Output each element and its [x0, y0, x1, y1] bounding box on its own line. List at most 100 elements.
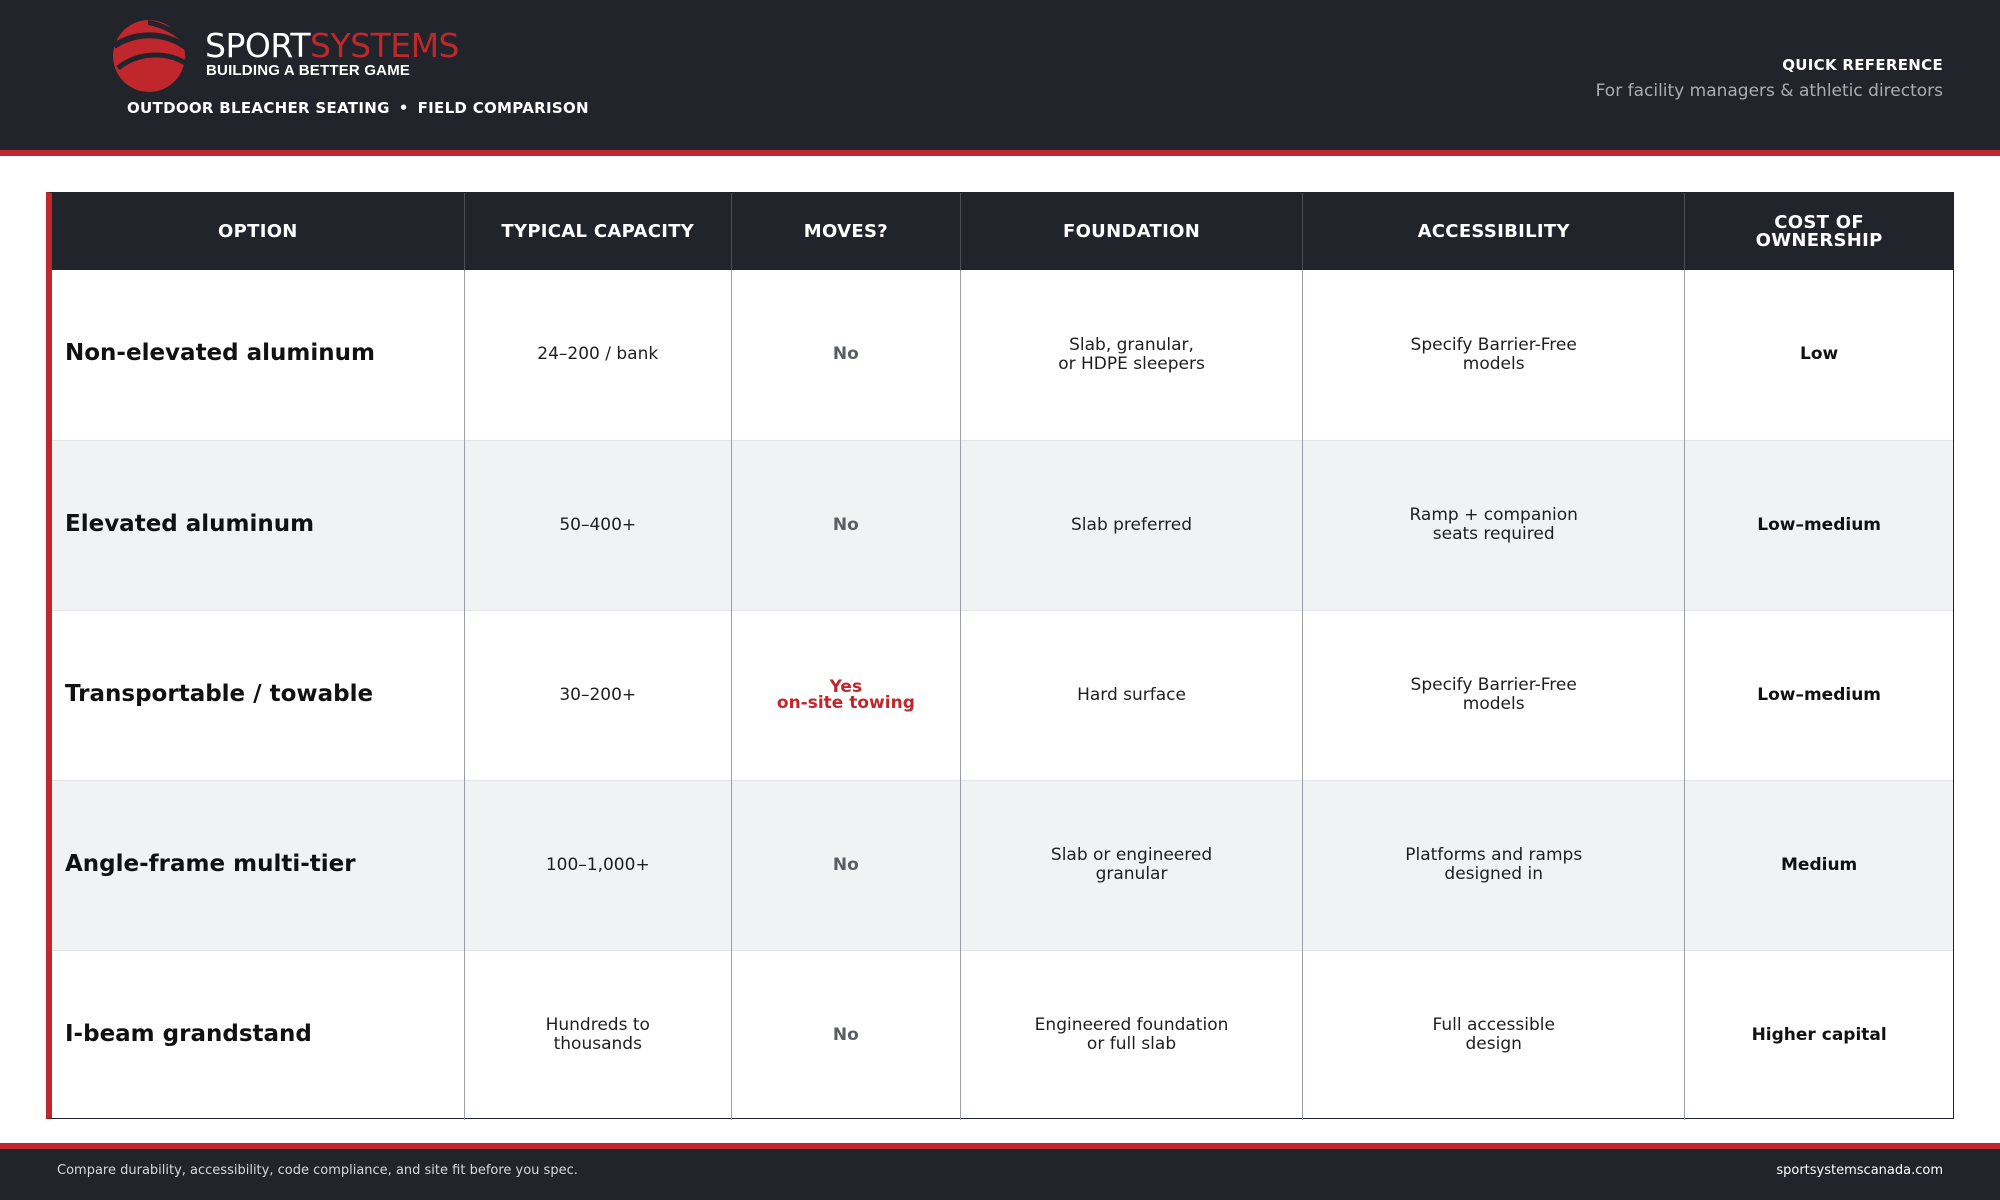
column-header-capacity: TYPICAL CAPACITY — [463, 193, 732, 270]
cell-accessibility-text: Specify Barrier-Free — [1410, 334, 1577, 355]
cell-accessibility: Specify Barrier-Free models — [1302, 609, 1685, 780]
column-header-text: ACCESSIBILITY — [1417, 220, 1570, 242]
cell-accessibility: Ramp + companion seats required — [1302, 439, 1685, 610]
column-header-text: MOVES? — [803, 220, 888, 242]
cell-capacity-text: 100–1,000+ — [545, 854, 650, 875]
table-row: I-beam grandstand Hundreds to thousands No E… — [52, 949, 1953, 1120]
subtitle-topic: OUTDOOR BLEACHER SEATING — [127, 99, 390, 117]
cell-capacity-text: 50–400+ — [559, 514, 637, 535]
column-header-text: OWNERSHIP — [1755, 229, 1883, 251]
cell-foundation-text: Slab preferred — [1071, 514, 1193, 535]
table-body: Non-elevated aluminum 24–200 / bank No Slab… — [52, 270, 1953, 1120]
cell-moves: No — [730, 439, 961, 610]
cell-accessibility: Specify Barrier-Free models — [1302, 270, 1685, 440]
cell-accessibility-text: Full accessible — [1432, 1015, 1555, 1036]
cell-moves-text: No — [832, 854, 859, 875]
website-link[interactable]: sportsystemscanada.com — [1776, 1163, 1943, 1178]
cell-accessibility-text: models — [1462, 694, 1525, 714]
table-row: Angle-frame multi-tier 100–1,000+ No Slab o… — [52, 779, 1953, 950]
cell-foundation: Engineered foundation or full slab — [959, 949, 1303, 1120]
cell-accessibility-text: Ramp + companion — [1409, 505, 1578, 525]
cell-foundation: Hard surface — [959, 609, 1303, 780]
table-row: Transportable / towable 30–200+ Yes on-site… — [52, 609, 1953, 780]
cell-accessibility-text: models — [1462, 353, 1525, 374]
option-name: Transportable / towable — [65, 680, 374, 707]
cell-moves-text: No — [832, 344, 859, 365]
cell-cost: Higher capital — [1684, 949, 1953, 1120]
cell-cost: Low — [1684, 270, 1953, 440]
cell-foundation-text: Hard surface — [1077, 684, 1186, 705]
cell-option: Transportable / towable — [52, 609, 465, 780]
comparison-table-container: OPTION TYPICAL CAPACITY MOVES? FOUNDATION AC… — [46, 192, 1954, 1120]
brand-tagline: BUILDING A BETTER GAME — [206, 62, 411, 79]
cell-foundation: Slab or engineered granular — [959, 779, 1303, 950]
cell-accessibility-text: designed in — [1444, 864, 1543, 884]
cell-foundation-text: Slab or engineered — [1050, 845, 1213, 865]
column-header-moves: MOVES? — [730, 193, 961, 270]
column-header-cost: COST OF OWNERSHIP — [1684, 193, 1953, 270]
cell-option: Non-elevated aluminum — [52, 270, 464, 440]
cell-cost: Low–medium — [1684, 439, 1953, 610]
column-header-option: OPTION — [52, 193, 465, 270]
cell-moves-text: on-site towing — [776, 693, 915, 713]
column-header-text: COST OF — [1774, 211, 1864, 233]
cell-capacity: 24–200 / bank — [463, 270, 732, 440]
cell-foundation-text: or HDPE sleepers — [1058, 353, 1205, 374]
table-row: Non-elevated aluminum 24–200 / bank No Slab… — [52, 270, 1953, 440]
cell-accessibility: Platforms and ramps designed in — [1302, 779, 1685, 950]
cell-capacity: 100–1,000+ — [463, 779, 732, 950]
brand-name-sport: SPORT — [205, 26, 311, 65]
cell-accessibility-text: Specify Barrier-Free — [1410, 675, 1577, 695]
cell-foundation-text: or full slab — [1086, 1034, 1177, 1055]
brand-name: SPORTSYSTEMS — [205, 26, 459, 66]
cell-capacity-text: Hundreds to — [545, 1015, 650, 1036]
page-subtitle: OUTDOOR BLEACHER SEATING • FIELD COMPARISO… — [127, 99, 589, 117]
cell-foundation: Slab preferred — [959, 439, 1303, 610]
table-row: Elevated aluminum 50–400+ No Slab preferred… — [52, 439, 1953, 610]
quick-reference-label: QUICK REFERENCE — [1782, 56, 1943, 74]
cell-accessibility-text: seats required — [1432, 524, 1555, 544]
cell-capacity: 50–400+ — [463, 439, 732, 610]
cell-option: Elevated aluminum — [52, 439, 465, 610]
column-header-accessibility: ACCESSIBILITY — [1302, 193, 1685, 270]
header-accent-stripe — [0, 150, 2000, 156]
audience-label: For facility managers & athletic directo… — [1595, 81, 1943, 101]
table-header: OPTION TYPICAL CAPACITY MOVES? FOUNDATION AC… — [52, 193, 1953, 270]
page-header: SPORTSYSTEMS BUILDING A BETTER GAME OUTD… — [0, 0, 2000, 150]
cell-option: I-beam grandstand — [52, 949, 465, 1120]
cell-capacity: Hundreds to thousands — [463, 949, 732, 1120]
comparison-table: OPTION TYPICAL CAPACITY MOVES? FOUNDATION AC… — [52, 193, 1953, 1120]
cell-moves: No — [730, 270, 961, 440]
cell-moves: No — [730, 779, 961, 950]
option-name: Non-elevated aluminum — [65, 340, 375, 367]
cell-accessibility-text: Platforms and ramps — [1405, 845, 1583, 865]
cell-moves-text: No — [832, 1024, 859, 1045]
page-footer: Compare durability, accessibility, code … — [0, 1149, 2000, 1200]
cell-foundation-text: Slab, granular, — [1069, 334, 1194, 355]
brand-name-systems: SYSTEMS — [310, 26, 459, 65]
subtitle-separator: • — [398, 99, 409, 117]
footer-note: Compare durability, accessibility, code … — [57, 1163, 578, 1178]
brand-logo-icon — [112, 20, 194, 92]
cell-accessibility: Full accessible design — [1302, 949, 1685, 1120]
cell-capacity-text: 24–200 / bank — [537, 344, 659, 365]
cell-moves: No — [730, 949, 961, 1120]
cell-cost: Medium — [1684, 779, 1953, 950]
cell-foundation: Slab, granular, or HDPE sleepers — [959, 270, 1303, 440]
option-name: Angle-frame multi-tier — [65, 850, 356, 877]
column-header-text: TYPICAL CAPACITY — [501, 220, 695, 242]
cell-option: Angle-frame multi-tier — [52, 779, 465, 950]
cell-foundation-text: Engineered foundation — [1034, 1015, 1229, 1036]
option-name: Elevated aluminum — [65, 510, 315, 537]
column-header-text: FOUNDATION — [1062, 220, 1201, 242]
subtitle-type: FIELD COMPARISON — [417, 99, 589, 117]
table-header-row: OPTION TYPICAL CAPACITY MOVES? FOUNDATION AC… — [52, 193, 1953, 270]
column-header-foundation: FOUNDATION — [959, 193, 1303, 270]
cell-foundation-text: granular — [1095, 864, 1168, 884]
cell-moves-text: No — [832, 514, 859, 535]
cell-capacity-text: 30–200+ — [559, 684, 637, 705]
cell-capacity: 30–200+ — [463, 609, 732, 780]
column-header-text: OPTION — [218, 220, 298, 242]
cell-moves: Yes on-site towing — [730, 609, 961, 780]
cell-accessibility-text: design — [1465, 1034, 1522, 1055]
